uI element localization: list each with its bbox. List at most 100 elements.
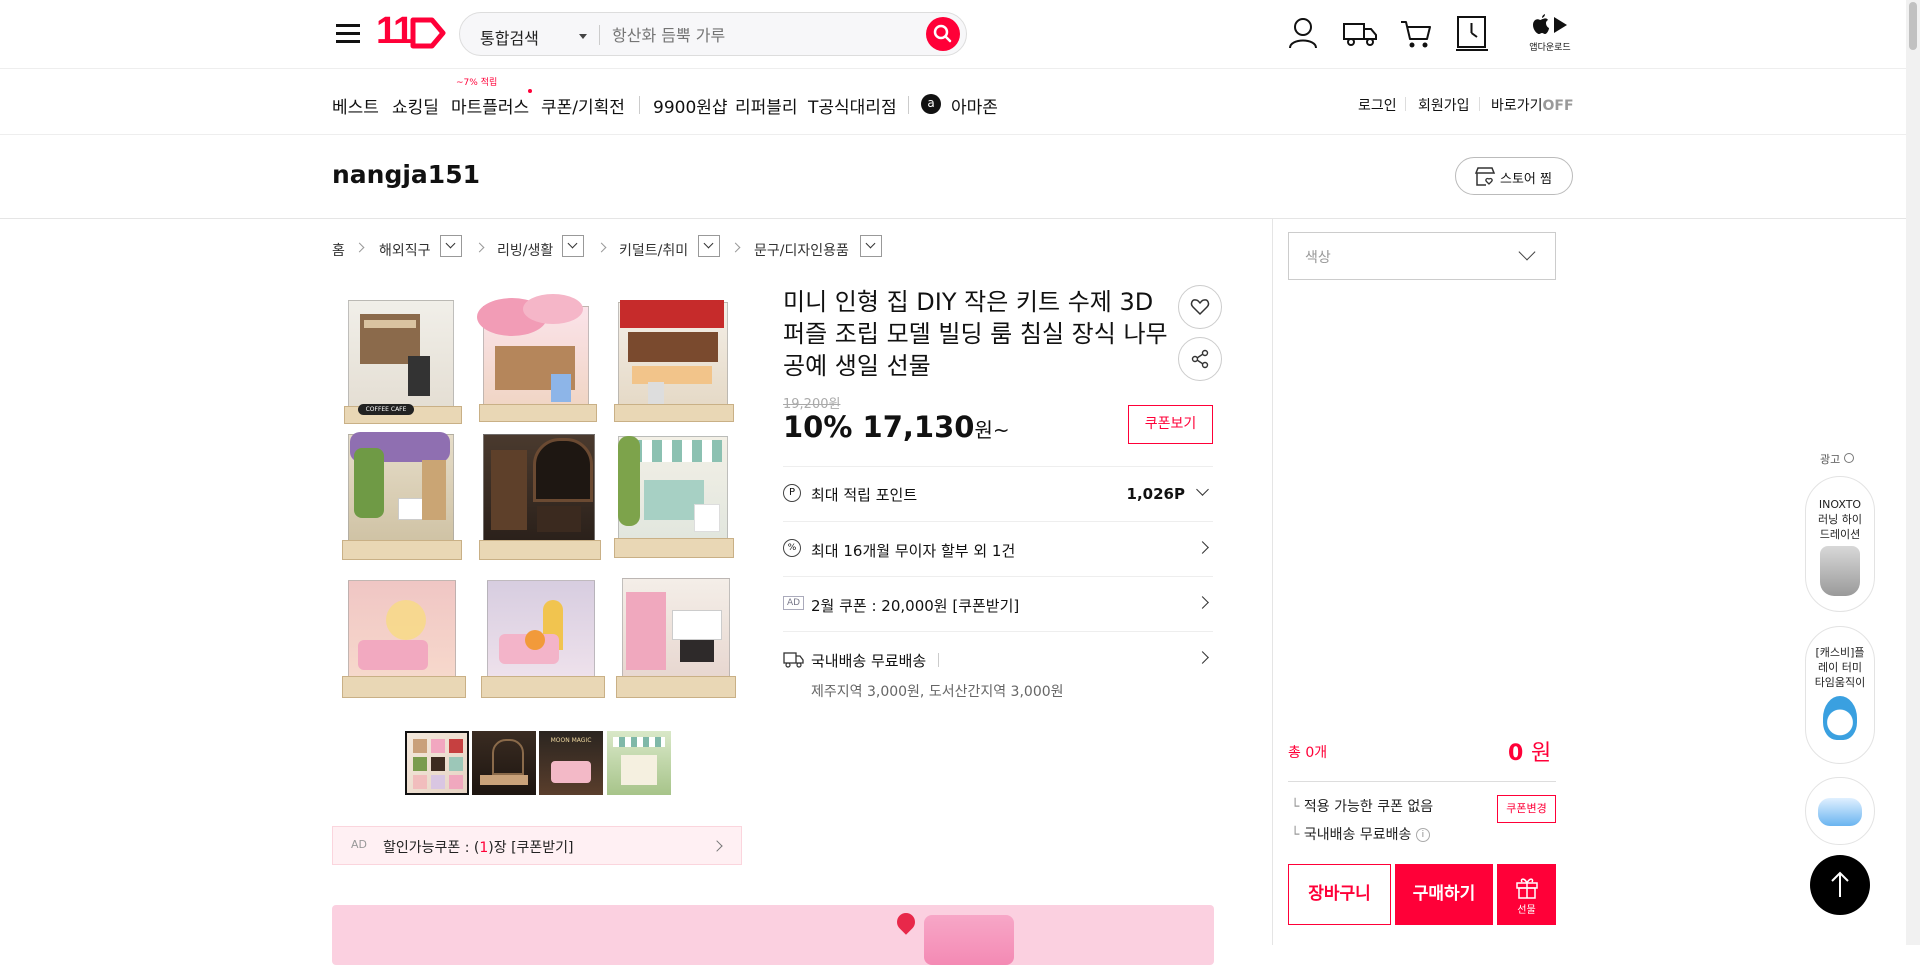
thumbnail-2[interactable] — [472, 731, 536, 795]
cart-icon[interactable] — [1399, 18, 1433, 50]
nav-coupon[interactable]: 쿠폰/기획전 — [541, 93, 625, 118]
menu-icon[interactable] — [336, 19, 360, 48]
chevron-right-icon — [1196, 651, 1209, 664]
mini-house-image — [336, 570, 470, 702]
side-ad-inoxto[interactable]: INOXTO 러닝 하이드레이션 — [1805, 476, 1875, 612]
ad-coupon-text: 할인가능쿠폰 : (1)장 [쿠폰받기] — [383, 837, 574, 857]
search-button[interactable] — [926, 17, 960, 51]
breadcrumb-dropdown[interactable] — [562, 235, 584, 257]
nav-amazon[interactable]: 아마존 — [951, 93, 998, 118]
breadcrumb-living[interactable]: 리빙/생활 — [497, 240, 553, 260]
nav-9900-shop[interactable]: 9900원샵 — [653, 93, 728, 118]
shipping-truck-icon — [783, 652, 804, 668]
breadcrumb-dropdown[interactable] — [698, 235, 720, 257]
info-icon[interactable]: i — [1415, 828, 1430, 842]
product-main-image[interactable]: COFFEE CAFE — [332, 290, 744, 702]
color-select-placeholder: 색상 — [1305, 250, 1331, 266]
add-to-cart-button[interactable]: 장바구니 — [1288, 864, 1391, 925]
ad-label: 광고 — [1820, 451, 1854, 467]
shipping-status: └ 국내배송 무료배송 i — [1291, 824, 1430, 844]
gift-button[interactable]: 선물 — [1497, 864, 1556, 925]
installment-row[interactable]: % 최대 16개월 무이자 할부 외 1건 — [783, 521, 1213, 576]
points-value: 1,026P — [1126, 485, 1185, 503]
app-download[interactable]: 앱다운로드 — [1528, 14, 1572, 53]
buy-now-button[interactable]: 구매하기 — [1395, 864, 1493, 925]
store-name[interactable]: nangja151 — [332, 160, 480, 189]
info-icon[interactable] — [1843, 453, 1854, 463]
ad-coupon-count: 1 — [479, 840, 489, 856]
breadcrumb-home[interactable]: 홈 — [332, 240, 345, 260]
chevron-down-icon — [1196, 483, 1209, 496]
breadcrumb-stationery[interactable]: 문구/디자인용품 — [754, 240, 849, 260]
divider — [908, 96, 909, 114]
thumbnail-4[interactable] — [607, 731, 671, 795]
coupon-ad-row[interactable]: AD 2월 쿠폰 : 20,000원 [쿠폰받기] — [783, 576, 1213, 631]
thumbnail-1[interactable] — [405, 731, 469, 795]
recent-view-icon[interactable] — [1456, 15, 1488, 51]
shoes-image — [1818, 798, 1862, 826]
shortcut-state: OFF — [1542, 98, 1574, 114]
shipping-row[interactable]: 국내배송 무료배송 제주지역 3,000원, 도서산간지역 3,000원 — [783, 631, 1213, 711]
breadcrumb-kidult[interactable]: 키덜트/취미 — [619, 240, 688, 260]
search-bar: 통합검색 — [459, 12, 967, 56]
caret-down-icon[interactable] — [579, 34, 587, 39]
coupon-change-button[interactable]: 쿠폰변경 — [1497, 795, 1556, 823]
nav-best[interactable]: 베스트 — [332, 93, 379, 118]
corner-icon: └ — [1291, 827, 1304, 843]
signup-link[interactable]: 회원가입 — [1418, 95, 1470, 115]
chevron-right-icon — [711, 840, 723, 852]
delivery-truck-icon[interactable] — [1342, 18, 1378, 48]
breadcrumb-dropdown[interactable] — [440, 235, 462, 257]
search-scope-select[interactable]: 통합검색 — [480, 25, 539, 49]
shipping-label: 국내배송 무료배송 — [811, 652, 927, 670]
heart-icon — [1190, 299, 1210, 316]
penguin-toy-image — [1823, 696, 1857, 740]
share-button[interactable] — [1178, 337, 1222, 381]
breadcrumb-dropdown[interactable] — [860, 235, 882, 257]
logo-text: 11 — [376, 10, 414, 52]
heart-decoration — [893, 909, 919, 935]
price-unit: 원~ — [974, 418, 1010, 442]
scrollbar[interactable] — [1906, 0, 1920, 945]
promo-banner[interactable] — [332, 905, 1214, 965]
store-fav-button[interactable]: 스토어 찜 — [1455, 157, 1573, 195]
mini-house-image — [610, 570, 740, 702]
mart-plus-badge: ~7% 적립 — [456, 78, 498, 88]
shipping-extra: 제주지역 3,000원, 도서산간지역 3,000원 — [811, 684, 1064, 700]
nav-shocking-deal[interactable]: 쇼킹딜 — [392, 93, 439, 118]
cafe-sign: COFFEE CAFE — [358, 404, 414, 415]
coupon-status: └ 적용 가능한 쿠폰 없음 — [1291, 796, 1433, 816]
login-link[interactable]: 로그인 — [1358, 95, 1397, 115]
points-row[interactable]: P 최대 적립 포인트 1,026P — [783, 466, 1213, 521]
color-select[interactable]: 색상 — [1288, 232, 1556, 280]
side-ad-shoes[interactable] — [1805, 777, 1875, 845]
wish-button[interactable] — [1178, 285, 1222, 329]
thumb-label: MOON MAGIC — [550, 737, 592, 744]
points-label: 최대 적립 포인트 — [811, 486, 918, 504]
apple-play-icon — [1533, 14, 1567, 34]
ad-coupon-bar[interactable]: AD 할인가능쿠폰 : (1)장 [쿠폰받기] — [332, 826, 742, 865]
coupon-view-button[interactable]: 쿠폰보기 — [1128, 405, 1213, 444]
main-nav: 베스트 쇼킹딜 ~7% 적립 마트플러스 쿠폰/기획전 9900원샵 리퍼블리 … — [0, 68, 1920, 135]
thumbnail-3[interactable]: MOON MAGIC — [539, 731, 603, 795]
nav-refurbly[interactable]: 리퍼블리 — [735, 93, 798, 118]
gift-icon — [1515, 878, 1538, 899]
shortcut-toggle[interactable]: 바로가기OFF — [1491, 95, 1574, 115]
corner-icon: └ — [1291, 799, 1304, 815]
side-ad-cassby[interactable]: [캐스비]플레이 터미 타임움직이 — [1805, 626, 1875, 764]
scrollbar-thumb[interactable] — [1909, 2, 1917, 50]
mini-house-image — [608, 294, 738, 426]
my-page-icon[interactable] — [1287, 16, 1319, 50]
logo[interactable]: 11 — [376, 10, 448, 52]
nav-mart-plus[interactable]: 마트플러스 — [451, 93, 529, 118]
mini-house-image — [473, 294, 603, 426]
divider — [599, 25, 600, 45]
total-amount: 0 원 — [1508, 735, 1551, 767]
nav-t-official[interactable]: T공식대리점 — [808, 93, 897, 118]
side-ad-text: [캐스비]플레이 터미 타임움직이 — [1814, 646, 1866, 689]
breadcrumb-overseas[interactable]: 해외직구 — [379, 240, 431, 260]
mini-house-image — [473, 570, 607, 702]
installment-label: 최대 16개월 무이자 할부 외 1건 — [811, 542, 1016, 560]
search-input[interactable] — [610, 21, 914, 49]
scroll-to-top-button[interactable] — [1810, 855, 1870, 915]
